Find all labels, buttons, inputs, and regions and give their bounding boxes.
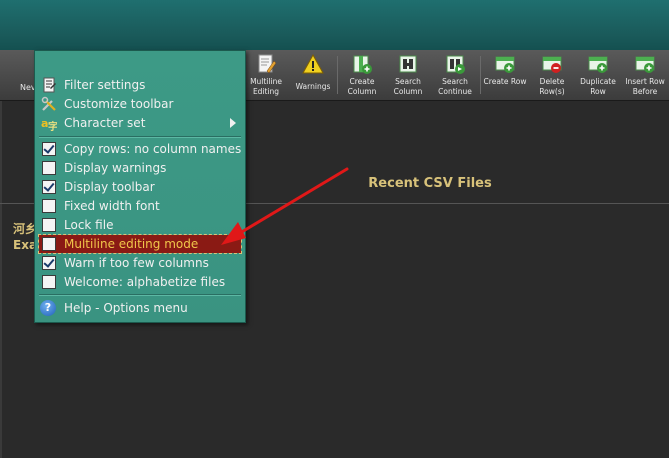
annotation-arrow: [221, 167, 349, 245]
